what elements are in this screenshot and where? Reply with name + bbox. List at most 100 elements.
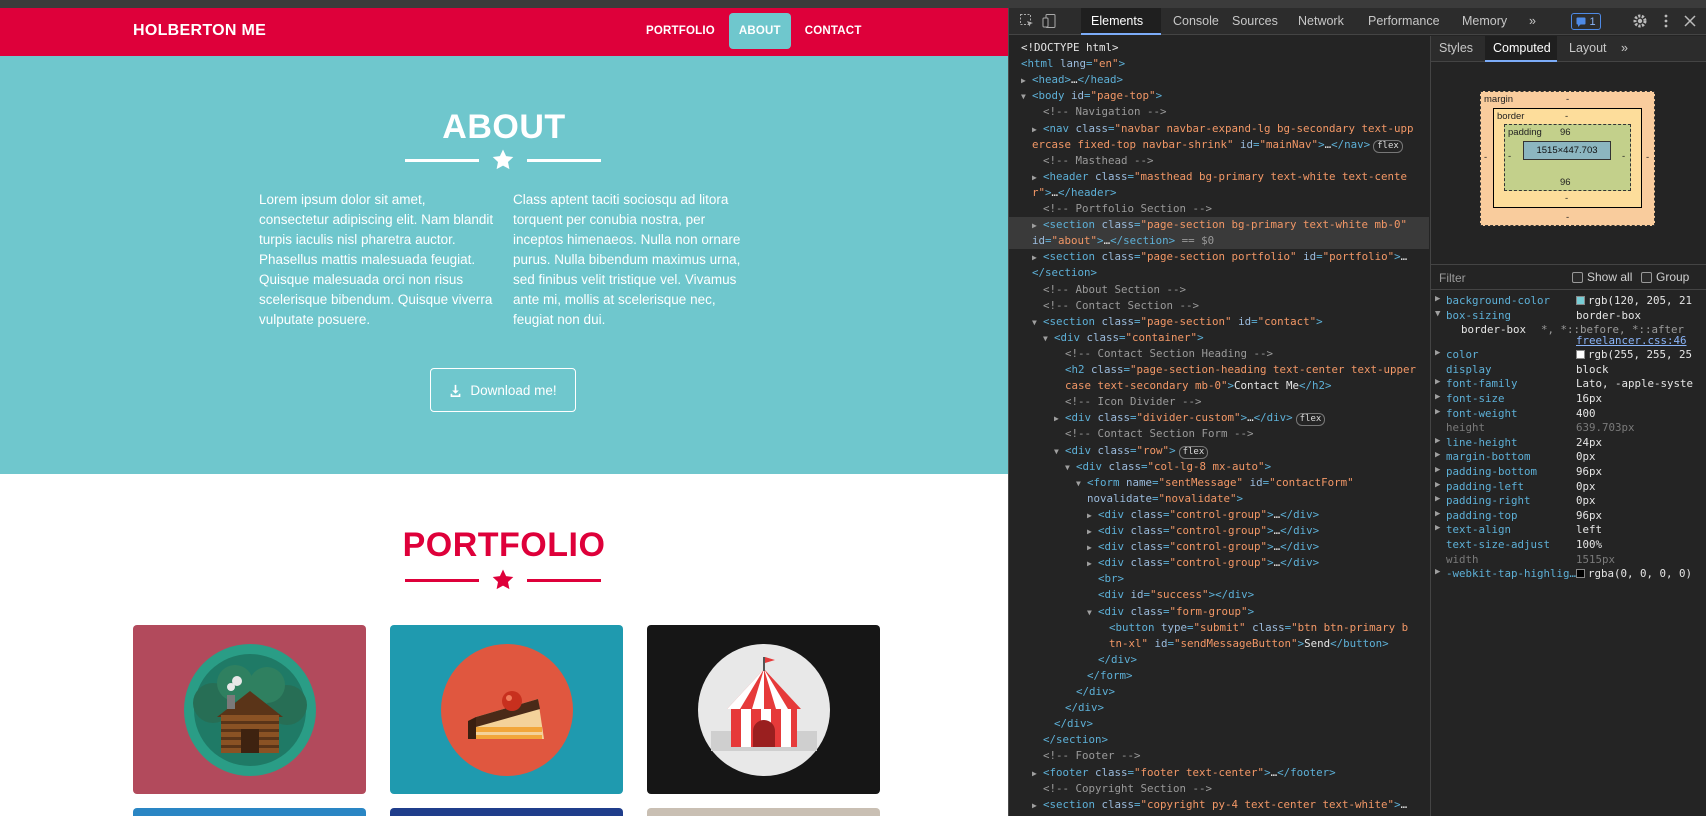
expand-triangle-icon[interactable]: ▶ <box>1087 556 1098 572</box>
portfolio-item-circus[interactable] <box>647 625 880 794</box>
computed-property-row[interactable]: ▶ margin-bottom 0px <box>1431 450 1706 465</box>
device-toolbar-icon[interactable] <box>1042 13 1058 29</box>
expand-triangle-icon[interactable]: ▶ <box>1054 411 1065 427</box>
collapse-triangle-icon[interactable]: ▼ <box>1021 89 1032 105</box>
inspect-element-icon[interactable] <box>1019 13 1035 29</box>
expand-triangle-icon[interactable]: ▶ <box>1032 250 1043 266</box>
sidebar-more-chevron-icon[interactable]: » <box>1621 41 1628 55</box>
dom-node-line[interactable]: ▶ <section class="page-section portfolio"… <box>1009 249 1407 266</box>
portfolio-item-row2-3[interactable] <box>647 808 880 816</box>
computed-property-row[interactable]: ▶ font-size 16px <box>1431 392 1706 407</box>
dom-node-line[interactable]: ▼ <form name="sentMessage" id="contactFor… <box>1009 475 1354 492</box>
dom-node-line[interactable]: ▶ <nav class="navbar navbar-expand-lg bg-… <box>1009 121 1414 138</box>
dom-node-line[interactable]: ▶ <section class="page-section bg-primary… <box>1009 217 1429 235</box>
color-swatch[interactable] <box>1576 350 1585 360</box>
dom-node-line[interactable]: <html lang="en"> <box>1009 56 1125 72</box>
expand-triangle-icon[interactable]: ▶ <box>1435 450 1440 460</box>
dom-node-line[interactable]: </div> <box>1009 684 1115 700</box>
dom-tree[interactable]: <!DOCTYPE html> <html lang="en"> ▶ <head>…<… <box>1009 36 1429 816</box>
dom-node-line[interactable]: ▶ <div class="control-group">…</div> <box>1009 555 1319 572</box>
collapse-triangle-icon[interactable]: ▼ <box>1054 444 1065 460</box>
show-all-checkbox[interactable] <box>1572 272 1583 283</box>
dom-node-line[interactable]: <!-- About Section --> <box>1009 282 1186 298</box>
tab-layout[interactable]: Layout <box>1569 41 1607 55</box>
dom-node-line[interactable]: ▼ <body id="page-top"> <box>1009 88 1162 105</box>
dom-node-line[interactable]: ▼ <div class="container"> <box>1009 330 1204 347</box>
dom-node-line[interactable]: ▶ <div class="control-group">…</div> <box>1009 539 1319 556</box>
expand-triangle-icon[interactable]: ▶ <box>1435 436 1440 446</box>
dom-node-line[interactable]: <!-- Portfolio Section --> <box>1009 201 1212 217</box>
tab-elements[interactable]: Elements <box>1091 14 1143 28</box>
collapse-triangle-icon[interactable]: ▼ <box>1065 460 1076 476</box>
dom-node-line[interactable]: </div> <box>1009 716 1093 732</box>
filter-input[interactable]: Filter <box>1439 271 1466 285</box>
tab-styles[interactable]: Styles <box>1439 41 1473 55</box>
computed-property-row[interactable]: ▶ padding-bottom 96px <box>1431 465 1706 480</box>
dom-node-line[interactable]: <!-- Navigation --> <box>1009 104 1167 120</box>
expand-triangle-icon[interactable]: ▶ <box>1435 567 1440 577</box>
collapse-triangle-icon[interactable]: ▼ <box>1043 331 1054 347</box>
color-swatch[interactable] <box>1576 569 1585 579</box>
dom-node-line[interactable]: novalidate="novalidate"> <box>1009 491 1243 507</box>
group-checkbox[interactable] <box>1641 272 1652 283</box>
expand-triangle-icon[interactable]: ▶ <box>1435 392 1440 402</box>
dom-node-line[interactable]: ▶ <div class="control-group">…</div> <box>1009 523 1319 540</box>
expand-triangle-icon[interactable]: ▶ <box>1087 508 1098 524</box>
more-tabs-chevron-icon[interactable]: » <box>1529 14 1536 28</box>
collapse-triangle-icon[interactable]: ▼ <box>1435 309 1440 319</box>
source-link[interactable]: freelancer.css:46 <box>1576 334 1687 347</box>
dom-node-line[interactable]: </div> <box>1009 700 1104 716</box>
computed-property-row[interactable]: ▶ -webkit-tap-highlig… rgba(0, 0, 0, 0) <box>1431 567 1706 582</box>
download-button[interactable]: Download me! <box>430 368 576 412</box>
tab-sources[interactable]: Sources <box>1232 14 1278 28</box>
collapse-triangle-icon[interactable]: ▼ <box>1032 315 1043 331</box>
portfolio-item-row2-2[interactable] <box>390 808 623 816</box>
computed-property-row[interactable]: ▶ font-family Lato, -apple-syste <box>1431 377 1706 392</box>
dom-node-line[interactable]: <!-- Footer --> <box>1009 748 1141 764</box>
dom-node-line[interactable]: ▶ <section class="copyright py-4 text-cen… <box>1009 797 1407 814</box>
dom-node-line[interactable]: <div id="success"></div> <box>1009 587 1254 603</box>
expand-triangle-icon[interactable]: ▶ <box>1435 348 1440 358</box>
computed-property-row[interactable]: ▶ text-align left <box>1431 523 1706 538</box>
kebab-menu-icon[interactable] <box>1658 13 1674 29</box>
computed-property-row[interactable]: ▶ line-height 24px <box>1431 436 1706 451</box>
computed-property-row[interactable]: width 1515px <box>1431 553 1706 568</box>
dom-node-line[interactable]: ▶ <footer class="footer text-center">…</f… <box>1009 765 1336 782</box>
dom-node-line[interactable]: <h2 class="page-section-heading text-cen… <box>1009 362 1416 378</box>
site-brand[interactable]: HOLBERTON ME <box>133 22 266 40</box>
dom-node-line[interactable]: ercase fixed-top navbar-shrink" id="main… <box>1009 137 1403 153</box>
collapse-triangle-icon[interactable]: ▼ <box>1087 605 1098 621</box>
dom-node-line[interactable]: <!-- Icon Divider --> <box>1009 394 1202 410</box>
portfolio-item-row2-1[interactable] <box>133 808 366 816</box>
dom-node-line[interactable]: ▶ <div class="control-group">…</div> <box>1009 507 1319 524</box>
dom-node-line[interactable]: <!-- Contact Section Form --> <box>1009 426 1254 442</box>
expand-triangle-icon[interactable]: ▶ <box>1435 465 1440 475</box>
collapse-triangle-icon[interactable]: ▼ <box>1076 476 1087 492</box>
dom-node-line[interactable]: r">…</header> <box>1009 185 1117 201</box>
dom-node-line[interactable]: <button type="submit" class="btn btn-pri… <box>1009 620 1408 636</box>
tab-computed[interactable]: Computed <box>1493 41 1551 55</box>
expand-triangle-icon[interactable]: ▶ <box>1032 170 1043 186</box>
computed-property-row[interactable]: display block <box>1431 363 1706 378</box>
dom-node-line[interactable]: <!-- Masthead --> <box>1009 153 1154 169</box>
dom-node-line[interactable]: <!-- Contact Section --> <box>1009 298 1199 314</box>
computed-property-row[interactable]: ▶ padding-right 0px <box>1431 494 1706 509</box>
dom-node-line[interactable]: <!-- Contact Section Heading --> <box>1009 346 1273 362</box>
expand-triangle-icon[interactable]: ▶ <box>1087 540 1098 556</box>
dom-node-line[interactable]: tn-xl" id="sendMessageButton">Send</butt… <box>1009 636 1389 652</box>
flex-badge[interactable]: flex <box>1295 413 1326 427</box>
dom-node-line[interactable]: ▶ <header class="masthead bg-primary text… <box>1009 169 1407 186</box>
nav-link-about[interactable]: ABOUT <box>728 13 791 49</box>
expand-triangle-icon[interactable]: ▶ <box>1435 494 1440 504</box>
expand-triangle-icon[interactable]: ▶ <box>1032 218 1043 234</box>
tab-console[interactable]: Console <box>1173 14 1219 28</box>
computed-property-row[interactable]: ▶ font-weight 400 <box>1431 407 1706 422</box>
computed-property-row[interactable]: ▼ box-sizing border-box <box>1431 309 1706 324</box>
dom-node-line[interactable]: ▶ <div class="divider-custom">…</div> flex <box>1009 410 1326 427</box>
computed-property-row[interactable]: ▶ background-color rgb(120, 205, 21 <box>1431 294 1706 309</box>
computed-property-row[interactable]: text-size-adjust 100% <box>1431 538 1706 553</box>
dom-node-line[interactable]: <!-- Copyright Section --> <box>1009 781 1212 797</box>
expand-triangle-icon[interactable]: ▶ <box>1435 407 1440 417</box>
tab-performance[interactable]: Performance <box>1368 14 1440 28</box>
dom-node-line[interactable]: ▼ <div class="col-lg-8 mx-auto"> <box>1009 459 1271 476</box>
